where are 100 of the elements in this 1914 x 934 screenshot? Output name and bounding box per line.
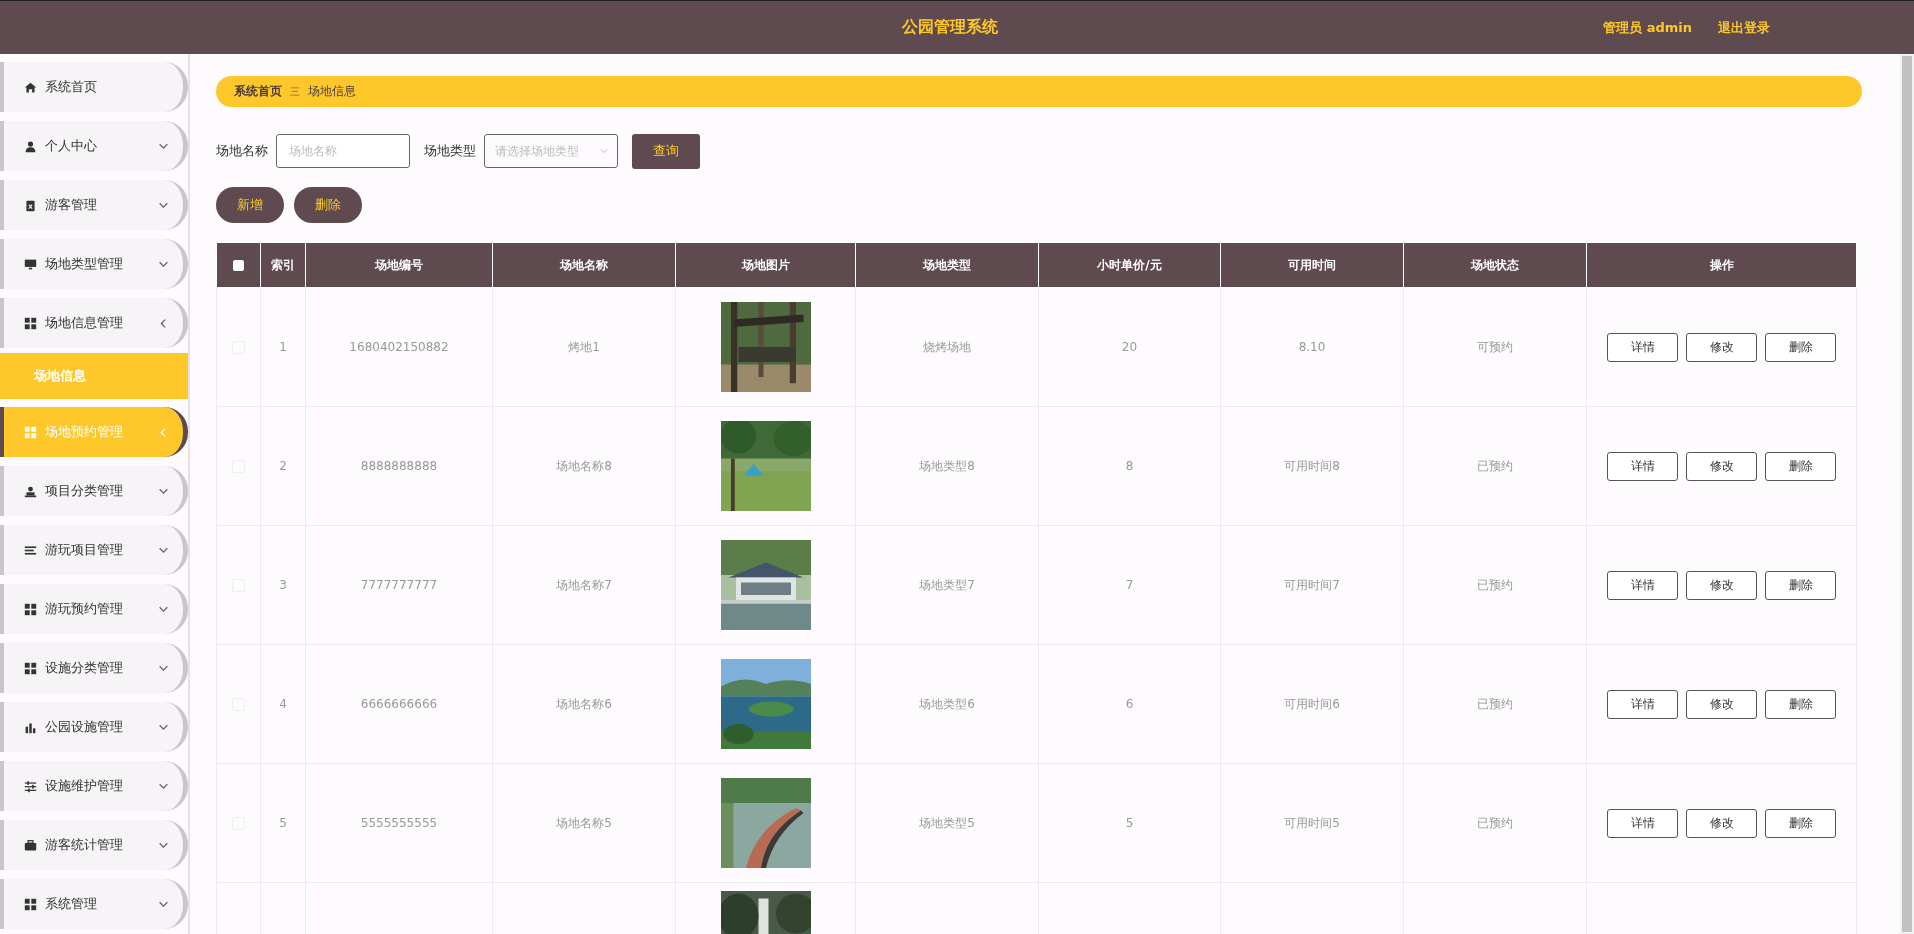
scrollbar[interactable] (1900, 54, 1914, 934)
details-button[interactable]: 详情 (1607, 689, 1678, 719)
delete-button[interactable]: 删除 (1765, 332, 1836, 362)
edit-button[interactable]: 修改 (1686, 808, 1757, 838)
column-header: 场地图片 (675, 242, 856, 288)
table-cell: 1 (260, 287, 306, 407)
breadcrumb-link[interactable]: 系统首页 (234, 83, 282, 100)
table-cell: 已预约 (1403, 406, 1587, 526)
table-cell: 可用时间7 (1220, 525, 1404, 645)
sidebar-item[interactable]: 设施维护管理 (0, 761, 188, 811)
column-header: 索引 (260, 242, 306, 288)
table-cell: 场地名称8 (492, 406, 676, 526)
column-header: 小时单价/元 (1038, 242, 1221, 288)
table-cell: 可用时间5 (1220, 763, 1404, 883)
sidebar-item[interactable]: 场地类型管理 (0, 239, 188, 289)
table-cell: 7777777777 (305, 525, 493, 645)
edit-button[interactable]: 修改 (1686, 689, 1757, 719)
table-cell: 场地类型6 (855, 644, 1039, 764)
edit-button[interactable]: 修改 (1686, 451, 1757, 481)
edit-button[interactable]: 修改 (1686, 332, 1757, 362)
table-cell: 场地名称6 (492, 644, 676, 764)
table-cell: 场地类型8 (855, 406, 1039, 526)
select-all-checkbox[interactable] (233, 260, 244, 271)
edit-button[interactable]: 修改 (1686, 570, 1757, 600)
sidebar-item[interactable]: 项目分类管理 (0, 466, 188, 516)
person-icon (24, 484, 37, 498)
column-header: 操作 (1586, 242, 1857, 288)
table-cell: 8 (1038, 406, 1221, 526)
chevron-down-icon (599, 146, 609, 156)
breadcrumb-separator: 三 (290, 84, 300, 99)
table-cell: 场地名称5 (492, 763, 676, 883)
sidebar-item[interactable]: 公园设施管理 (0, 702, 188, 752)
table-cell: 可用时间8 (1220, 406, 1404, 526)
grid-icon (24, 316, 37, 330)
breadcrumb-current: 场地信息 (308, 83, 356, 100)
details-button[interactable]: 详情 (1607, 451, 1678, 481)
column-header: 场地名称 (492, 242, 676, 288)
table-cell: 8888888888 (305, 406, 493, 526)
details-button[interactable]: 详情 (1607, 570, 1678, 600)
system-title: 公园管理系统 (902, 17, 998, 38)
table-cell: 可用时间6 (1220, 644, 1404, 764)
table-cell: 烤地1 (492, 287, 676, 407)
delete-button[interactable]: 删除 (1765, 689, 1836, 719)
grid-icon (24, 602, 37, 616)
table-cell: 5 (1038, 763, 1221, 883)
field-label: 场地类型 (424, 142, 476, 160)
table-cell: 3 (260, 525, 306, 645)
table-cell: 6666666666 (305, 644, 493, 764)
sidebar-item[interactable]: 设施分类管理 (0, 643, 188, 693)
details-button[interactable]: 详情 (1607, 808, 1678, 838)
bars-icon (24, 720, 37, 734)
details-button[interactable]: 详情 (1607, 332, 1678, 362)
name-input-field[interactable]: 场地名称 (276, 134, 410, 168)
sidebar-item[interactable]: 个人中心 (0, 121, 188, 171)
column-header: 场地状态 (1403, 242, 1587, 288)
delete-button[interactable]: 删除 (1765, 451, 1836, 481)
clipboard-icon (24, 198, 37, 212)
user-link[interactable]: 管理员 admin (1603, 18, 1692, 37)
table-cell: 5555555555 (305, 763, 493, 883)
table-cell: 1680402150882 (305, 287, 493, 407)
add-button[interactable]: 新增 (216, 187, 284, 223)
delete-button[interactable]: 删除 (1765, 808, 1836, 838)
sliders-icon (24, 779, 37, 793)
column-header: 场地类型 (855, 242, 1039, 288)
home-icon (24, 80, 37, 94)
table-cell: 已预约 (1403, 644, 1587, 764)
query-button[interactable]: 查询 (632, 133, 700, 169)
sidebar-item[interactable]: 系统首页 (0, 62, 188, 112)
delete-button[interactable]: 删除 (1765, 570, 1836, 600)
grid-icon (24, 897, 37, 911)
table-cell: 20 (1038, 287, 1221, 407)
table-cell: 4 (260, 644, 306, 764)
table-cell: 8.10 (1220, 287, 1404, 407)
table-cell: 场地名称7 (492, 525, 676, 645)
table-cell: 场地类型7 (855, 525, 1039, 645)
table-cell: 已预约 (1403, 763, 1587, 883)
monitor-icon (24, 257, 37, 271)
table-cell: 烧烤场地 (855, 287, 1039, 407)
sidebar-item[interactable]: 场地信息管理 (0, 298, 188, 348)
sidebar-item[interactable]: 游玩项目管理 (0, 525, 188, 575)
logout-link[interactable]: 退出登录 (1718, 18, 1770, 37)
lines-icon (24, 543, 37, 557)
table-cell: 6 (1038, 644, 1221, 764)
delete-button[interactable]: 删除 (294, 187, 362, 223)
table-cell: 场地类型5 (855, 763, 1039, 883)
table-cell: 可预约 (1403, 287, 1587, 407)
grid-icon (24, 425, 37, 439)
table-cell: 5 (260, 763, 306, 883)
sidebar-item[interactable]: 系统管理 (0, 879, 188, 929)
table-cell: 2 (260, 406, 306, 526)
sidebar-item[interactable]: 游客管理 (0, 180, 188, 230)
briefcase-icon (24, 838, 37, 852)
user-icon (24, 139, 37, 153)
sidebar-item[interactable]: 游玩预约管理 (0, 584, 188, 634)
column-header: 场地编号 (305, 242, 493, 288)
sidebar-item[interactable]: 游客统计管理 (0, 820, 188, 870)
column-header: 可用时间 (1220, 242, 1404, 288)
table-cell: 已预约 (1403, 525, 1587, 645)
table-cell: 7 (1038, 525, 1221, 645)
grid-icon (24, 661, 37, 675)
